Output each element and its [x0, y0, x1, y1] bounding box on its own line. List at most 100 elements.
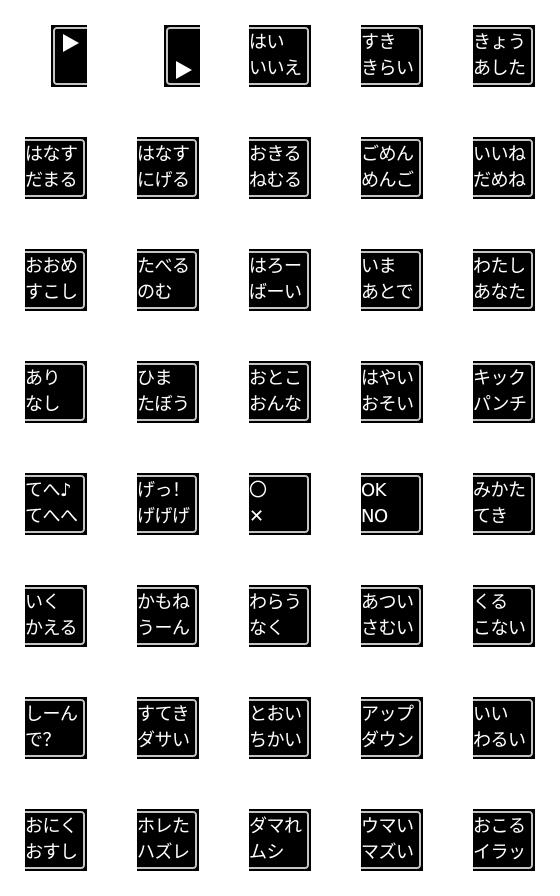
- sticker-tile-arrow[interactable]: [164, 25, 200, 87]
- sticker-tile[interactable]: すき きらい: [361, 25, 423, 87]
- tile-text: キック パンチ: [473, 366, 535, 418]
- tile-line-top: OK: [361, 480, 386, 501]
- tile-line-bottom: ✕: [249, 506, 264, 527]
- tile-line-top: わたし: [473, 256, 526, 277]
- sticker-tile[interactable]: ウマい マズい: [361, 809, 423, 871]
- sticker-tile[interactable]: ダマれ ムシ: [249, 809, 311, 871]
- tile-line-top: いく: [25, 592, 61, 613]
- tile-line-bottom: マズい: [361, 842, 414, 863]
- sticker-tile[interactable]: はろー ばーい: [249, 249, 311, 311]
- sticker-tile[interactable]: ごめん めんご: [361, 137, 423, 199]
- sticker-tile[interactable]: アップ ダウン: [361, 697, 423, 759]
- sticker-tile[interactable]: おきる ねむる: [249, 137, 311, 199]
- tile-line-top: おとこ: [249, 368, 302, 389]
- tile-line-top: あつい: [361, 592, 414, 613]
- tile-line-top: あり: [25, 368, 61, 389]
- tile-line-top: ひま: [137, 368, 173, 389]
- tile-line-bottom: で？: [25, 730, 61, 751]
- sticker-tile[interactable]: おおめ すこし: [25, 249, 87, 311]
- tile-text: いま あとで: [361, 254, 423, 306]
- sticker-tile[interactable]: いく かえる: [25, 585, 87, 647]
- sticker-tile[interactable]: しーんで？: [25, 697, 87, 759]
- tile-line-bottom: ダサい: [137, 730, 190, 751]
- tile-line-top: すき: [361, 32, 397, 53]
- sticker-tile[interactable]: わたし あなた: [473, 249, 535, 311]
- tile-line-top: はなす: [25, 144, 78, 165]
- sticker-tile[interactable]: OK NO: [361, 473, 423, 535]
- sticker-tile[interactable]: いい わるい: [473, 697, 535, 759]
- tile-line-bottom: ダウン: [361, 730, 414, 751]
- tile-line-bottom: ハズレ: [137, 842, 190, 863]
- tile-line-top: ウマい: [361, 816, 414, 837]
- tile-text: おにく おすし: [25, 814, 87, 866]
- tile-line-bottom: ムシ: [249, 842, 285, 863]
- sticker-tile[interactable]: はい いいえ: [249, 25, 311, 87]
- sticker-tile[interactable]: げっ！ げげげ: [137, 473, 199, 535]
- sticker-tile[interactable]: いま あとで: [361, 249, 423, 311]
- tile-line-top: みかた: [473, 480, 526, 501]
- tile-line-bottom: ちかい: [249, 730, 302, 751]
- sticker-tile[interactable]: とおい ちかい: [249, 697, 311, 759]
- tile-line-bottom: イラッ: [473, 842, 526, 863]
- sticker-tile[interactable]: わらう なく: [249, 585, 311, 647]
- sticker-tile[interactable]: あつい さむい: [361, 585, 423, 647]
- tile-line-bottom: こない: [473, 618, 526, 639]
- tile-line-bottom: おそい: [361, 394, 414, 415]
- sticker-tile[interactable]: キック パンチ: [473, 361, 535, 423]
- sticker-tile[interactable]: おこる イラッ: [473, 809, 535, 871]
- tile-text: くる こない: [473, 590, 535, 642]
- tile-text: いいね だめね: [473, 142, 535, 194]
- tile-line-bottom: めんご: [361, 170, 414, 191]
- tile-line-bottom: なく: [249, 618, 285, 639]
- tile-text: ウマい マズい: [361, 814, 423, 866]
- tile-line-bottom: わるい: [473, 730, 526, 751]
- tile-line-bottom: NO: [361, 506, 388, 527]
- sticker-tile[interactable]: はやい おそい: [361, 361, 423, 423]
- tile-line-top: ホレた: [137, 816, 190, 837]
- tile-line-top: おきる: [249, 144, 302, 165]
- sticker-tile[interactable]: くる こない: [473, 585, 535, 647]
- sticker-tile[interactable]: おにく おすし: [25, 809, 87, 871]
- tile-text: ひま たぼう: [137, 366, 199, 418]
- tile-text: てへ♪ てへへ: [25, 478, 87, 530]
- tile-text: はろー ばーい: [249, 254, 311, 306]
- tile-line-top: いいね: [473, 144, 526, 165]
- tile-text: おおめ すこし: [25, 254, 87, 306]
- tile-text: きょう あした: [473, 30, 535, 82]
- tile-line-top: しーん: [25, 704, 78, 725]
- sticker-tile[interactable]: ひま たぼう: [137, 361, 199, 423]
- tile-line-bottom: だめね: [473, 170, 526, 191]
- tile-line-bottom: さむい: [361, 618, 414, 639]
- tile-line-top: たべる: [137, 256, 190, 277]
- sticker-tile[interactable]: 〇 ✕: [249, 473, 311, 535]
- sticker-tile[interactable]: てへ♪ てへへ: [25, 473, 87, 535]
- tile-line-bottom: すこし: [25, 282, 78, 303]
- tile-text: みかた てき: [473, 478, 535, 530]
- sticker-tile[interactable]: かもね うーん: [137, 585, 199, 647]
- tile-text: はい いいえ: [249, 30, 311, 82]
- tile-line-top: げっ！: [137, 480, 190, 501]
- tile-line-top: いい: [473, 704, 509, 725]
- sticker-tile-arrow[interactable]: [51, 25, 87, 87]
- sticker-tile[interactable]: みかた てき: [473, 473, 535, 535]
- sticker-tile[interactable]: はなす だまる: [25, 137, 87, 199]
- sticker-tile[interactable]: いいね だめね: [473, 137, 535, 199]
- tile-line-bottom: うーん: [137, 618, 190, 639]
- tile-line-bottom: たぼう: [137, 394, 190, 415]
- tile-line-bottom: のむ: [137, 282, 173, 303]
- sticker-tile[interactable]: はなす にげる: [137, 137, 199, 199]
- tile-line-bottom: きらい: [361, 58, 414, 79]
- play-triangle-top-icon: [63, 34, 79, 52]
- sticker-tile[interactable]: きょう あした: [473, 25, 535, 87]
- sticker-tile[interactable]: たべる のむ: [137, 249, 199, 311]
- sticker-tile[interactable]: すてき ダサい: [137, 697, 199, 759]
- sticker-tile[interactable]: ホレた ハズレ: [137, 809, 199, 871]
- tile-line-bottom: パンチ: [473, 394, 527, 415]
- tile-line-top: アップ: [361, 704, 414, 725]
- tile-line-bottom: にげる: [137, 170, 190, 191]
- tile-line-bottom: ばーい: [249, 282, 302, 303]
- tile-line-bottom: あとで: [361, 282, 413, 303]
- sticker-tile[interactable]: あり なし: [25, 361, 87, 423]
- tile-text: げっ！ げげげ: [137, 478, 199, 530]
- sticker-tile[interactable]: おとこ おんな: [249, 361, 311, 423]
